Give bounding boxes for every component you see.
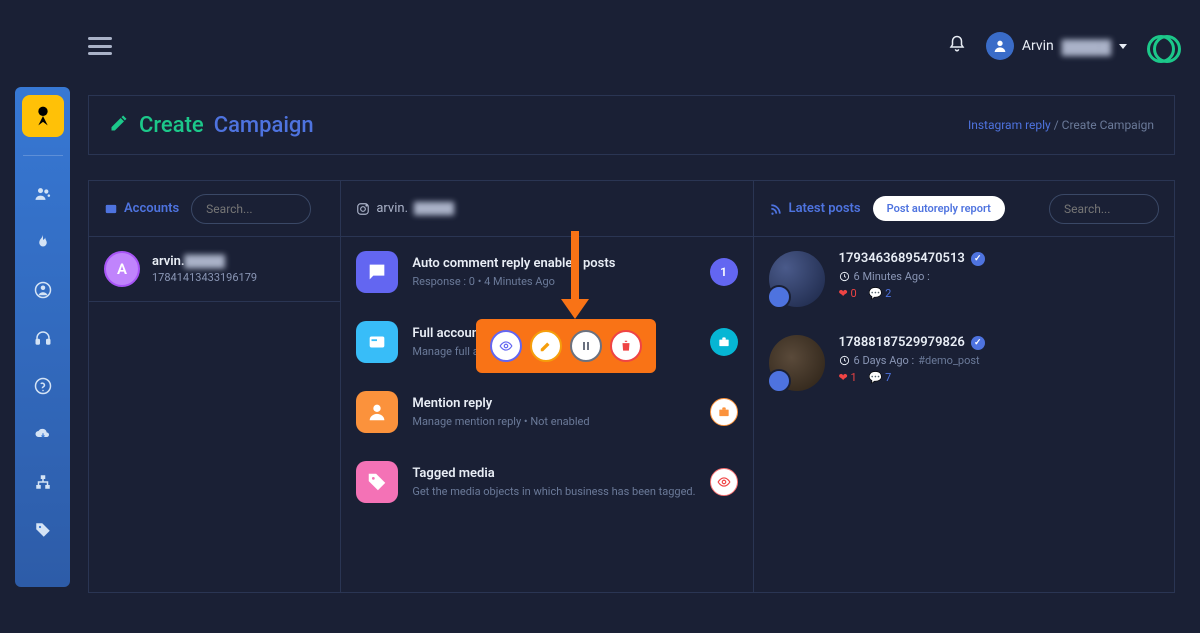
breadcrumb: Instagram reply / Create Campaign: [968, 118, 1154, 132]
bell-icon[interactable]: [948, 35, 966, 57]
divider: [23, 155, 63, 156]
view-button[interactable]: [490, 330, 522, 362]
delete-button[interactable]: [610, 330, 642, 362]
briefcase-badge: [710, 328, 738, 356]
accounts-search-input[interactable]: [191, 194, 311, 224]
edit-button[interactable]: [530, 330, 562, 362]
account-name: arvin.▇▇▇▇: [152, 254, 257, 269]
briefcase-badge: [710, 398, 738, 426]
main-content: Accounts A arvin.▇▇▇▇ 17841413433196179 …: [88, 180, 1175, 593]
posts-column: Latest posts Post autoreply report 17934…: [754, 181, 1174, 592]
page-title: Create Campaign: [109, 113, 314, 138]
post-item[interactable]: 17934636895470513✓ 6 Minutes Ago : ❤ 0 💬…: [754, 237, 1174, 321]
rss-icon: [769, 202, 783, 216]
verified-icon: ✓: [971, 336, 985, 350]
network-icon[interactable]: [33, 472, 53, 492]
page-header: Create Campaign Instagram reply / Create…: [88, 95, 1175, 155]
action-bar: [476, 319, 656, 373]
post-thumbnail: [769, 251, 825, 307]
view-badge: [710, 468, 738, 496]
brand-logo-icon[interactable]: [1147, 35, 1175, 57]
post-item[interactable]: 17888187529979826✓ 6 Days Ago : #demo_po…: [754, 321, 1174, 405]
breadcrumb-link[interactable]: Instagram reply: [968, 118, 1051, 132]
feature-auto-comment[interactable]: Auto comment reply enabled posts Respons…: [341, 237, 752, 307]
user-circle-icon[interactable]: [33, 280, 53, 300]
app-logo[interactable]: [22, 95, 64, 137]
pause-button[interactable]: [570, 330, 602, 362]
users-icon[interactable]: [33, 184, 53, 204]
account-avatar: A: [104, 251, 140, 287]
count-badge: 1: [710, 258, 738, 286]
tag-icon[interactable]: [33, 520, 53, 540]
headset-icon[interactable]: [33, 328, 53, 348]
flame-icon[interactable]: [33, 232, 53, 252]
autoreply-report-button[interactable]: Post autoreply report: [873, 196, 1005, 221]
tag-icon: [356, 461, 398, 503]
comments-count: 💬 7: [869, 371, 892, 384]
post-id: 17934636895470513✓: [839, 251, 985, 266]
latest-posts-title: Latest posts: [769, 201, 861, 216]
instagram-icon: [356, 202, 370, 216]
account-icon: [356, 321, 398, 363]
card-icon: [104, 202, 118, 216]
post-thumbnail: [769, 335, 825, 391]
feature-tagged[interactable]: Tagged media Get the media objects in wh…: [341, 447, 752, 517]
post-id: 17888187529979826✓: [839, 335, 985, 350]
chevron-down-icon: [1119, 44, 1127, 49]
cloud-download-icon[interactable]: [33, 424, 53, 444]
account-id: 17841413433196179: [152, 271, 257, 284]
feature-mention[interactable]: Mention reply Manage mention reply • Not…: [341, 377, 752, 447]
blurred-text: ▇▇▇▇: [1062, 37, 1111, 56]
breadcrumb-current: Create Campaign: [1062, 118, 1154, 132]
account-row[interactable]: A arvin.▇▇▇▇ 17841413433196179: [89, 237, 340, 302]
comments-count: 💬 2: [869, 287, 892, 300]
instagram-handle: arvin.▇▇▇▇: [356, 201, 454, 216]
user-menu[interactable]: Arvin ▇▇▇▇: [986, 32, 1127, 60]
sidebar: [15, 87, 70, 587]
topbar: Arvin ▇▇▇▇: [88, 26, 1175, 66]
avatar: [986, 32, 1014, 60]
features-column: arvin.▇▇▇▇ Auto comment reply enabled po…: [341, 181, 753, 592]
hearts-count: ❤ 1: [839, 371, 857, 384]
hearts-count: ❤ 0: [839, 287, 857, 300]
help-icon[interactable]: [33, 376, 53, 396]
hamburger-menu[interactable]: [88, 37, 112, 55]
accounts-column: Accounts A arvin.▇▇▇▇ 17841413433196179: [89, 181, 341, 592]
accounts-title: Accounts: [104, 201, 179, 216]
pencil-icon: [109, 113, 129, 137]
post-time: 6 Minutes Ago :: [839, 270, 985, 283]
user-name-label: Arvin: [1022, 38, 1054, 54]
verified-icon: ✓: [971, 252, 985, 266]
chat-icon: [356, 251, 398, 293]
posts-search-input[interactable]: [1049, 194, 1159, 224]
mention-icon: [356, 391, 398, 433]
attention-arrow: [571, 231, 589, 319]
post-time: 6 Days Ago : #demo_post: [839, 354, 985, 367]
